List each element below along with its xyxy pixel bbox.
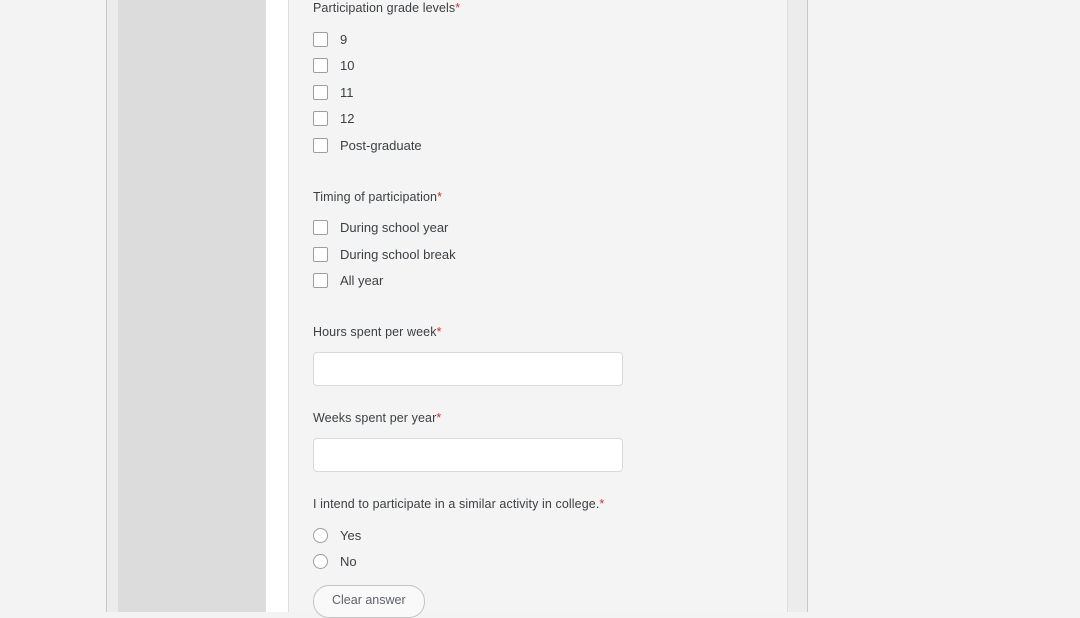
right-divider-rule bbox=[807, 0, 808, 612]
checkbox-icon[interactable] bbox=[313, 273, 328, 289]
question-label-text: Hours spent per week bbox=[313, 325, 437, 339]
checkbox-icon[interactable] bbox=[313, 246, 328, 262]
form-card: Participation grade levels* 9 10 11 12 P… bbox=[288, 0, 788, 618]
left-light-band bbox=[107, 0, 118, 612]
question-label-text: Timing of participation bbox=[313, 189, 438, 204]
question-label: Hours spent per week* bbox=[313, 324, 763, 340]
hours-spent-per-week-input[interactable] bbox=[313, 352, 623, 386]
question-intend-similar-activity-college: I intend to participate in a similar act… bbox=[313, 496, 763, 618]
checkbox-icon[interactable] bbox=[313, 84, 328, 100]
question-participation-grade-levels: Participation grade levels* 9 10 11 12 P… bbox=[313, 0, 763, 159]
checkbox-icon[interactable] bbox=[313, 137, 328, 153]
question-timing-of-participation: Timing of participation* During school y… bbox=[313, 189, 763, 295]
checkbox-icon[interactable] bbox=[313, 111, 328, 127]
option-label: During school year bbox=[340, 220, 449, 236]
checkbox-option-11[interactable]: 11 bbox=[313, 79, 763, 106]
question-label: Participation grade levels* bbox=[313, 0, 763, 16]
right-gray-panel bbox=[788, 0, 807, 612]
clear-answer-button[interactable]: Clear answer bbox=[313, 585, 425, 618]
question-label: Weeks spent per year* bbox=[313, 410, 763, 426]
checkbox-option-10[interactable]: 10 bbox=[313, 53, 763, 80]
radio-group-intend-college: Yes No bbox=[313, 522, 763, 575]
checkbox-icon[interactable] bbox=[313, 58, 328, 74]
question-label: I intend to participate in a similar act… bbox=[313, 496, 763, 512]
required-asterisk: * bbox=[437, 189, 443, 204]
checkbox-icon[interactable] bbox=[313, 31, 328, 47]
question-weeks-spent-per-year: Weeks spent per year* bbox=[313, 410, 763, 472]
radio-icon[interactable] bbox=[313, 527, 328, 543]
page-background: Participation grade levels* 9 10 11 12 P… bbox=[0, 0, 1080, 618]
option-label: No bbox=[340, 554, 357, 570]
required-asterisk: * bbox=[436, 411, 442, 425]
option-label: 12 bbox=[340, 111, 355, 127]
checkbox-group-grade-levels: 9 10 11 12 Post-graduate bbox=[313, 26, 763, 159]
question-label: Timing of participation* bbox=[313, 189, 763, 205]
radio-icon[interactable] bbox=[313, 554, 328, 570]
option-label: Yes bbox=[340, 527, 362, 543]
checkbox-option-during-school-break[interactable]: During school break bbox=[313, 241, 763, 268]
weeks-spent-per-year-input[interactable] bbox=[313, 438, 623, 472]
radio-option-yes[interactable]: Yes bbox=[313, 522, 763, 549]
checkbox-option-during-school-year[interactable]: During school year bbox=[313, 215, 763, 242]
left-white-gutter bbox=[266, 0, 288, 612]
required-asterisk: * bbox=[436, 325, 442, 339]
option-label: 9 bbox=[340, 31, 348, 47]
checkbox-icon[interactable] bbox=[313, 220, 328, 236]
checkbox-option-post-graduate[interactable]: Post-graduate bbox=[313, 132, 763, 159]
checkbox-option-all-year[interactable]: All year bbox=[313, 268, 763, 295]
checkbox-group-timing: During school year During school break A… bbox=[313, 215, 763, 295]
required-asterisk: * bbox=[455, 1, 461, 15]
option-label: All year bbox=[340, 273, 384, 289]
question-label-text: Weeks spent per year bbox=[313, 411, 437, 425]
option-label: Post-graduate bbox=[340, 137, 422, 153]
question-label-text: I intend to participate in a similar act… bbox=[313, 497, 600, 511]
radio-option-no[interactable]: No bbox=[313, 549, 763, 576]
left-gray-panel bbox=[118, 0, 266, 612]
checkbox-option-12[interactable]: 12 bbox=[313, 106, 763, 133]
option-label: 10 bbox=[340, 58, 355, 74]
option-label: During school break bbox=[340, 246, 456, 262]
question-label-text: Participation grade levels bbox=[313, 1, 456, 15]
checkbox-option-9[interactable]: 9 bbox=[313, 26, 763, 53]
option-label: 11 bbox=[340, 84, 354, 100]
question-hours-spent-per-week: Hours spent per week* bbox=[313, 324, 763, 386]
required-asterisk: * bbox=[599, 497, 605, 511]
